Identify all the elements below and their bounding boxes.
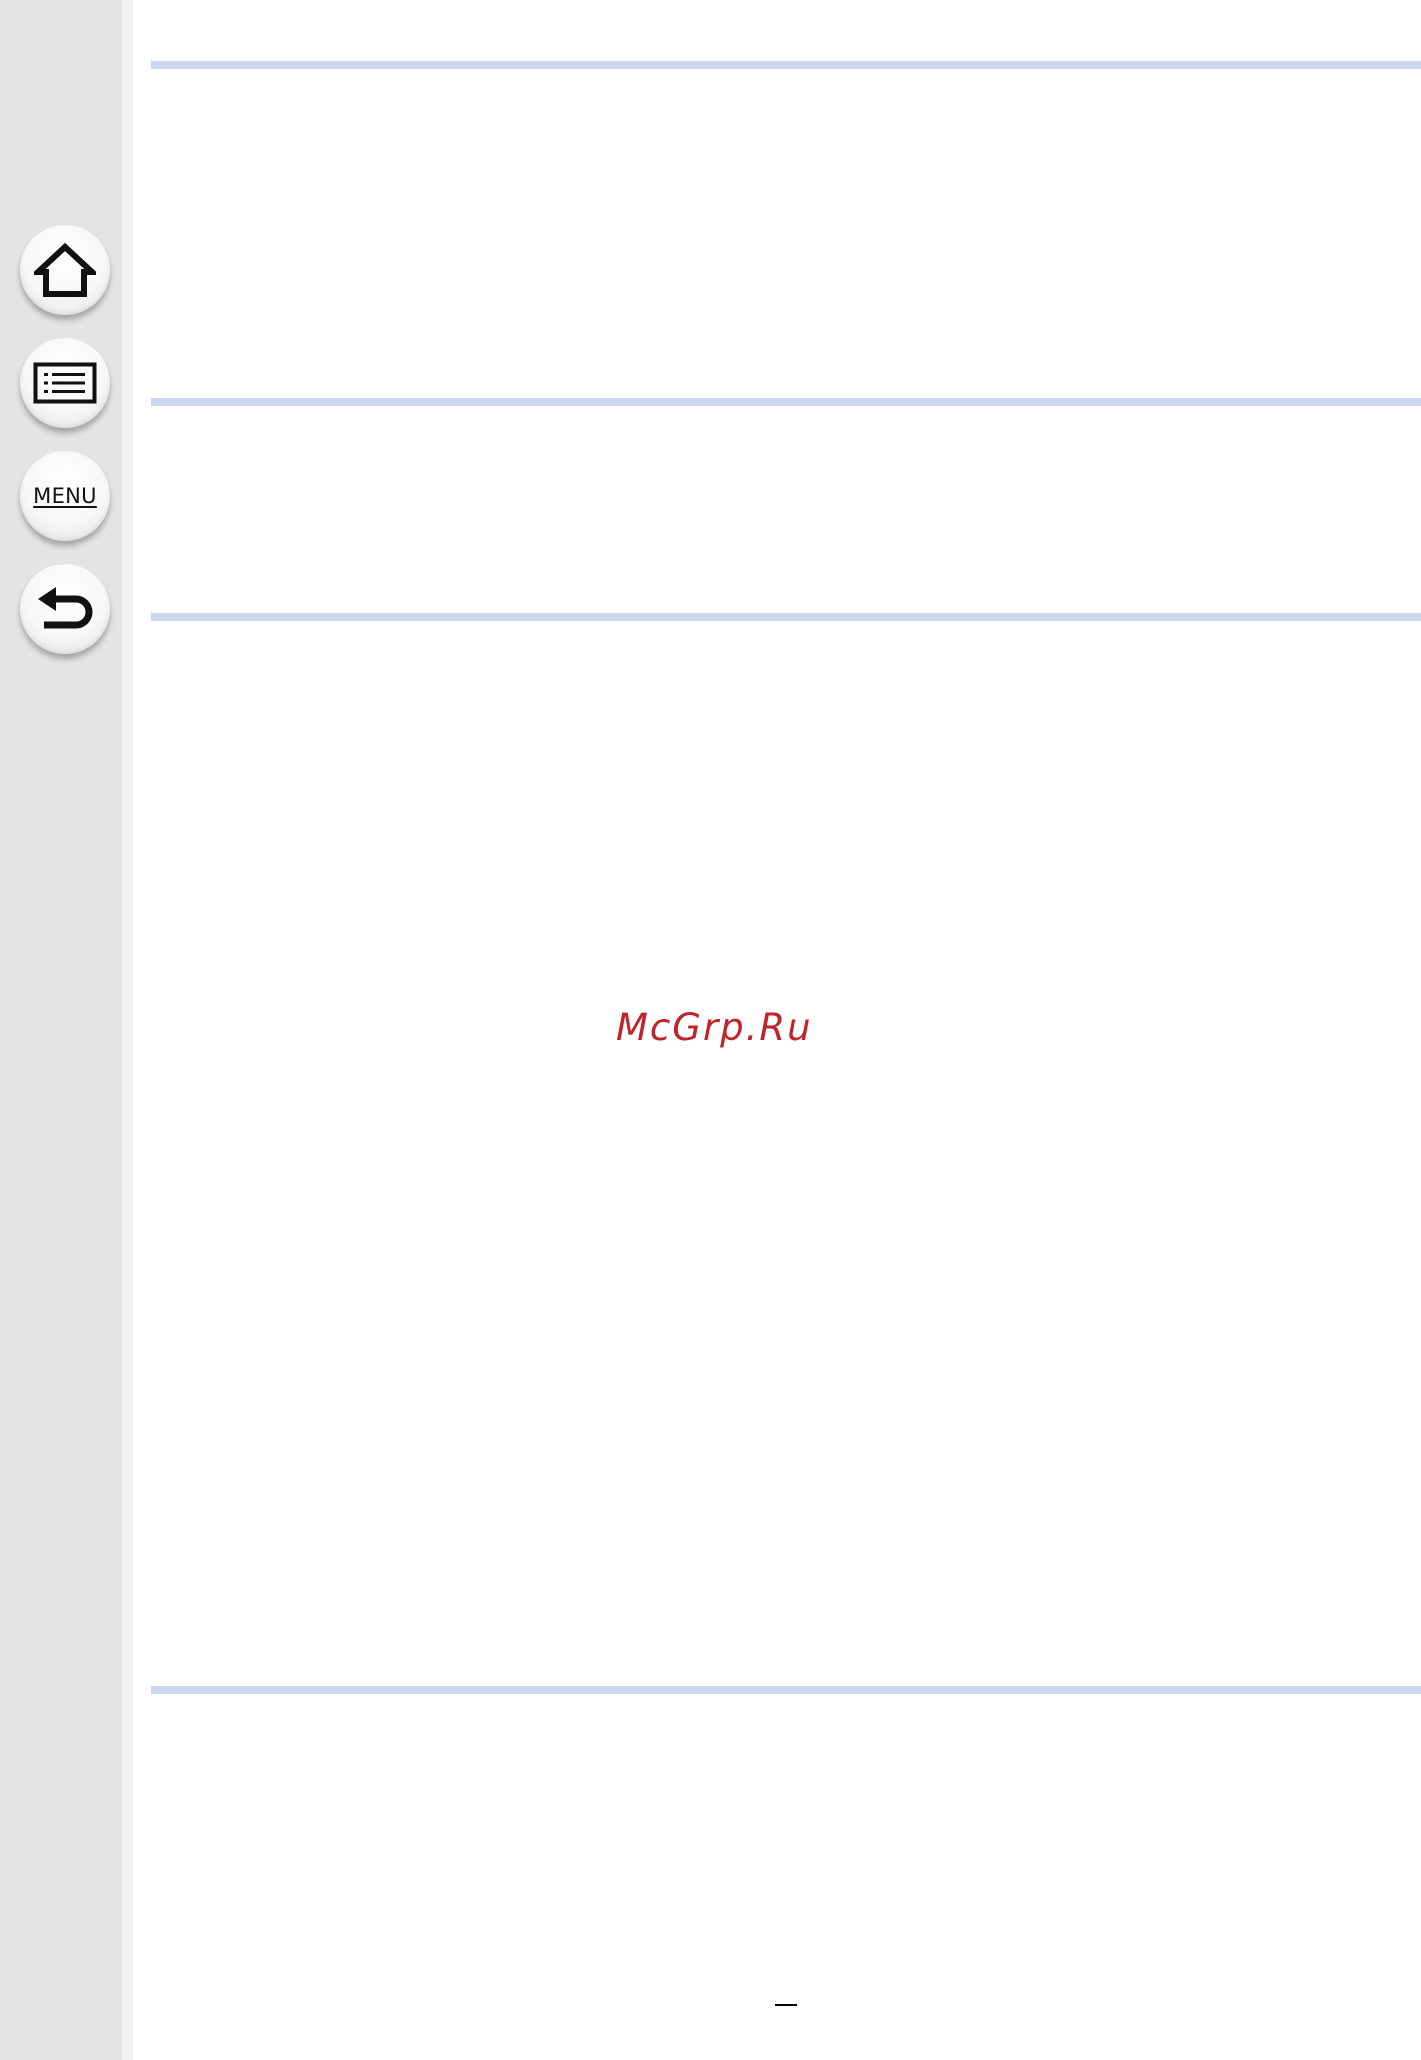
back-arrow-icon (34, 584, 96, 634)
sidebar-edge (122, 0, 133, 2060)
contents-button[interactable] (20, 338, 110, 428)
section-divider-3 (151, 613, 1421, 621)
page-number-dash (775, 2004, 797, 2006)
section-divider-1 (151, 61, 1421, 69)
back-button[interactable] (20, 564, 110, 654)
menu-label: MENU (33, 484, 97, 508)
home-button[interactable] (20, 225, 110, 315)
section-divider-2 (151, 398, 1421, 406)
watermark-text: McGrp.Ru (616, 1006, 813, 1049)
list-icon (33, 362, 97, 404)
home-icon (34, 242, 96, 298)
section-divider-4 (151, 1686, 1421, 1694)
menu-button[interactable]: MENU (20, 451, 110, 541)
